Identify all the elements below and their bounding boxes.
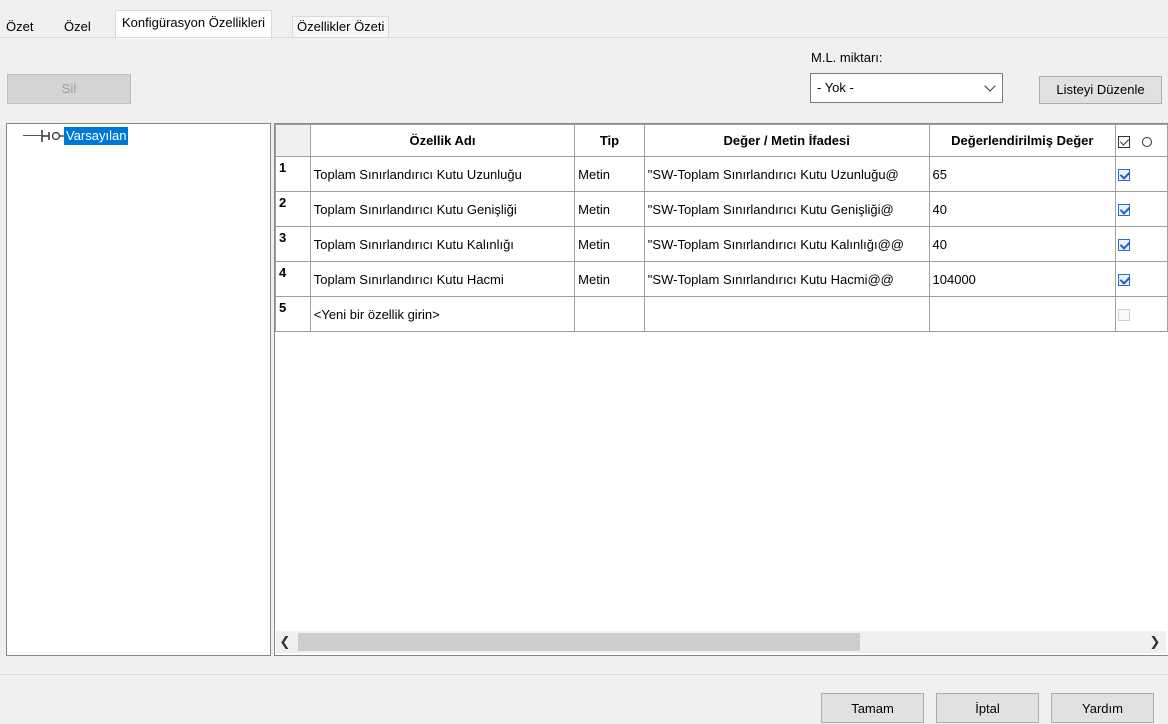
tab-summary[interactable]: Özet	[2, 16, 37, 37]
property-name-cell[interactable]: Toplam Sınırlandırıcı Kutu Uzunluğu	[309, 156, 576, 192]
table-row: 1 Toplam Sınırlandırıcı Kutu Uzunluğu Me…	[275, 156, 1168, 192]
row-number[interactable]: 3	[275, 226, 311, 262]
property-name-cell[interactable]: Toplam Sınırlandırıcı Kutu Genişliği	[309, 191, 576, 227]
configuration-tree: Varsayılan	[6, 123, 271, 656]
table-row-new: 5 <Yeni bir özellik girin>	[275, 296, 1168, 332]
tab-properties-summary[interactable]: Özellikler Özeti	[292, 16, 390, 37]
include-cell	[1115, 261, 1168, 297]
row-number[interactable]: 2	[275, 191, 311, 227]
row-number[interactable]: 5	[275, 296, 311, 332]
include-cell	[1115, 191, 1168, 227]
include-cell	[1115, 156, 1168, 192]
include-checkbox[interactable]	[1118, 204, 1131, 217]
help-button[interactable]: Yardım	[1051, 693, 1154, 723]
include-cell	[1115, 296, 1168, 332]
tree-connector-line	[23, 135, 41, 136]
evaluated-value-cell: 104000	[928, 261, 1117, 297]
tab-configuration-properties[interactable]: Konfigürasyon Özellikleri	[115, 10, 273, 39]
delete-button[interactable]: Sil	[7, 74, 131, 104]
properties-grid: Özellik Adı Tip Değer / Metin İfadesi De…	[274, 123, 1168, 656]
bom-quantity-label: M.L. miktarı:	[811, 50, 883, 65]
tree-node-default[interactable]: Varsayılan	[64, 127, 129, 145]
property-type-cell[interactable]: Metin	[574, 226, 645, 262]
edit-list-button[interactable]: Listeyi Düzenle	[1039, 76, 1162, 104]
scrollbar-thumb[interactable]	[298, 633, 860, 651]
evaluated-value-cell: 65	[928, 156, 1117, 192]
property-name-cell[interactable]: Toplam Sınırlandırıcı Kutu Hacmi	[309, 261, 576, 297]
horizontal-scrollbar[interactable]: ❮ ❯	[276, 631, 1166, 653]
properties-table: Özellik Adı Tip Değer / Metin İfadesi De…	[275, 124, 1168, 332]
column-header-name[interactable]: Özellik Adı	[309, 124, 576, 157]
property-type-cell[interactable]	[574, 296, 645, 332]
corner-cell	[275, 124, 311, 157]
scroll-left-icon[interactable]: ❮	[276, 631, 294, 653]
column-header-evaluated[interactable]: Değerlendirilmiş Değer	[928, 124, 1117, 157]
column-header-value[interactable]: Değer / Metin İfadesi	[643, 124, 930, 157]
column-header-include	[1115, 124, 1168, 157]
tab-divider	[0, 37, 1168, 38]
chevron-down-icon	[984, 80, 996, 92]
configuration-icon	[41, 130, 64, 142]
include-checkbox[interactable]	[1118, 274, 1131, 287]
evaluated-value-cell: 40	[928, 191, 1117, 227]
scroll-right-icon[interactable]: ❯	[1146, 631, 1164, 653]
property-type-cell[interactable]: Metin	[574, 156, 645, 192]
select-all-checkbox[interactable]	[1118, 135, 1131, 148]
property-value-cell[interactable]: "SW-Toplam Sınırlandırıcı Kutu Genişliği…	[643, 191, 930, 227]
property-value-cell[interactable]	[643, 296, 930, 332]
evaluated-value-cell: 40	[928, 226, 1117, 262]
footer-divider	[0, 674, 1168, 675]
row-number[interactable]: 4	[275, 261, 311, 297]
row-number[interactable]: 1	[275, 156, 311, 192]
property-value-cell[interactable]: "SW-Toplam Sınırlandırıcı Kutu Uzunluğu@	[643, 156, 930, 192]
include-checkbox[interactable]	[1118, 239, 1131, 252]
table-row: 4 Toplam Sınırlandırıcı Kutu Hacmi Metin…	[275, 261, 1168, 297]
link-icon	[1142, 136, 1153, 147]
tab-bar: Özet Özel Konfigürasyon Özellikleri Özel…	[0, 0, 1168, 39]
property-value-cell[interactable]: "SW-Toplam Sınırlandırıcı Kutu Hacmi@@	[643, 261, 930, 297]
new-property-cell[interactable]: <Yeni bir özellik girin>	[309, 296, 576, 332]
property-type-cell[interactable]: Metin	[574, 191, 645, 227]
property-type-cell[interactable]: Metin	[574, 261, 645, 297]
include-cell	[1115, 226, 1168, 262]
bom-quantity-select[interactable]: - Yok -	[810, 73, 1003, 103]
bom-quantity-value: - Yok -	[817, 80, 854, 95]
include-checkbox[interactable]	[1118, 169, 1131, 182]
table-row: 2 Toplam Sınırlandırıcı Kutu Genişliği M…	[275, 191, 1168, 227]
tab-custom[interactable]: Özel	[60, 16, 95, 37]
table-row: 3 Toplam Sınırlandırıcı Kutu Kalınlığı M…	[275, 226, 1168, 262]
evaluated-value-cell	[928, 296, 1117, 332]
include-checkbox[interactable]	[1118, 309, 1131, 322]
column-header-type[interactable]: Tip	[574, 124, 645, 157]
cancel-button[interactable]: İptal	[936, 693, 1039, 723]
property-name-cell[interactable]: Toplam Sınırlandırıcı Kutu Kalınlığı	[309, 226, 576, 262]
table-header-row: Özellik Adı Tip Değer / Metin İfadesi De…	[275, 124, 1168, 157]
ok-button[interactable]: Tamam	[821, 693, 924, 723]
property-value-cell[interactable]: "SW-Toplam Sınırlandırıcı Kutu Kalınlığı…	[643, 226, 930, 262]
